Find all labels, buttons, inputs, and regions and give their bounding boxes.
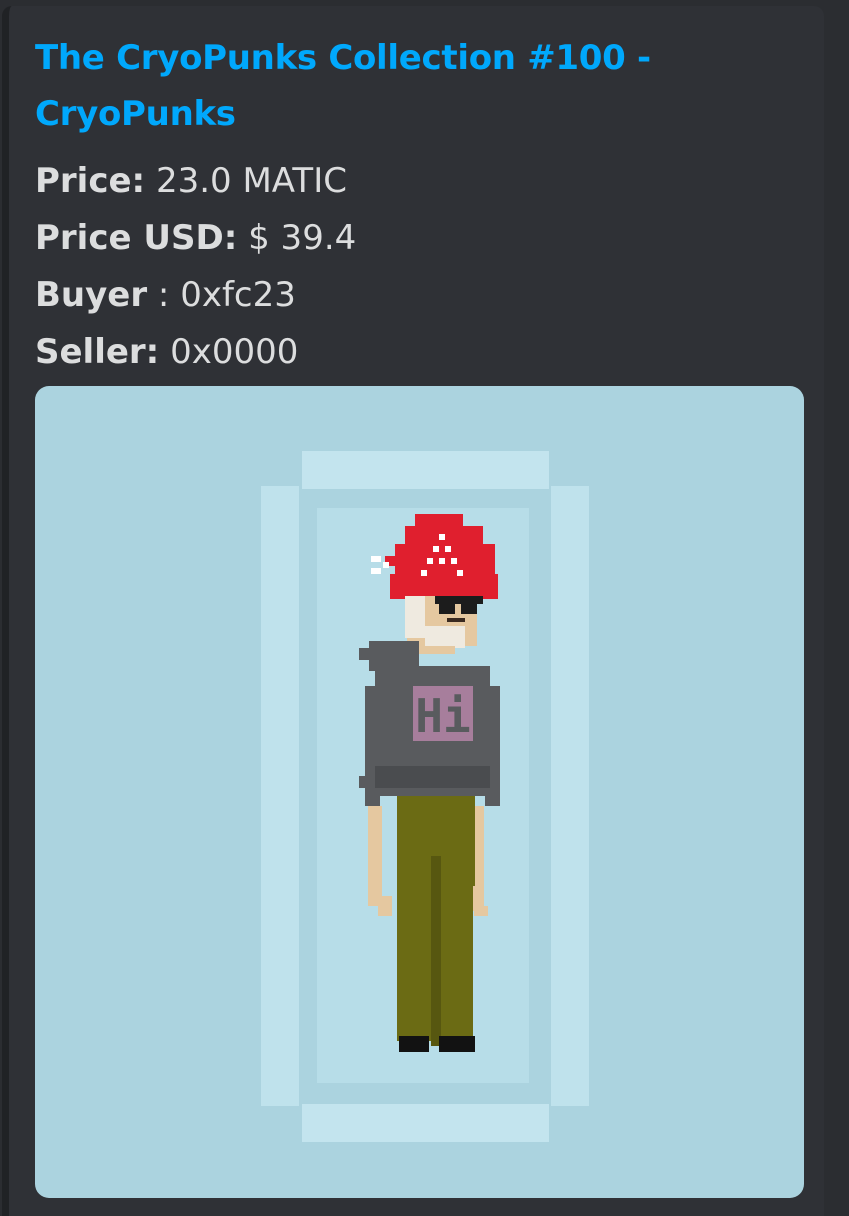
hoodie-shade [375,766,490,788]
buyer-value: : 0xfc23 [147,275,296,315]
shirt-print-text: Hi [415,689,470,743]
cryopunk-pixel-art: Hi [261,451,589,1142]
price-label: Price: [35,161,146,201]
seller-field: Seller: 0x0000 [35,324,735,381]
pants-shade [431,856,441,1046]
price-usd-value: $ 39.4 [237,218,357,258]
price-usd-field: Price USD: $ 39.4 [35,210,735,267]
ice-block-top [302,451,549,489]
embed-title-link[interactable]: The CryoPunks Collection #100 - CryoPunk… [35,30,795,142]
buyer-field: Buyer : 0xfc23 [35,267,735,324]
ice-block-right [551,486,589,1106]
price-usd-label: Price USD: [35,218,238,258]
sale-details: Price: 23.0 MATIC Price USD: $ 39.4 Buye… [35,153,735,381]
nft-image[interactable]: Hi [35,386,804,1198]
buyer-label: Buyer [35,275,148,315]
ice-block-left [261,486,299,1106]
price-field: Price: 23.0 MATIC [35,153,735,210]
seller-label: Seller: [35,332,160,372]
seller-value: 0x0000 [159,332,299,372]
ice-block-bottom [302,1104,549,1142]
price-value: 23.0 MATIC [145,161,347,201]
